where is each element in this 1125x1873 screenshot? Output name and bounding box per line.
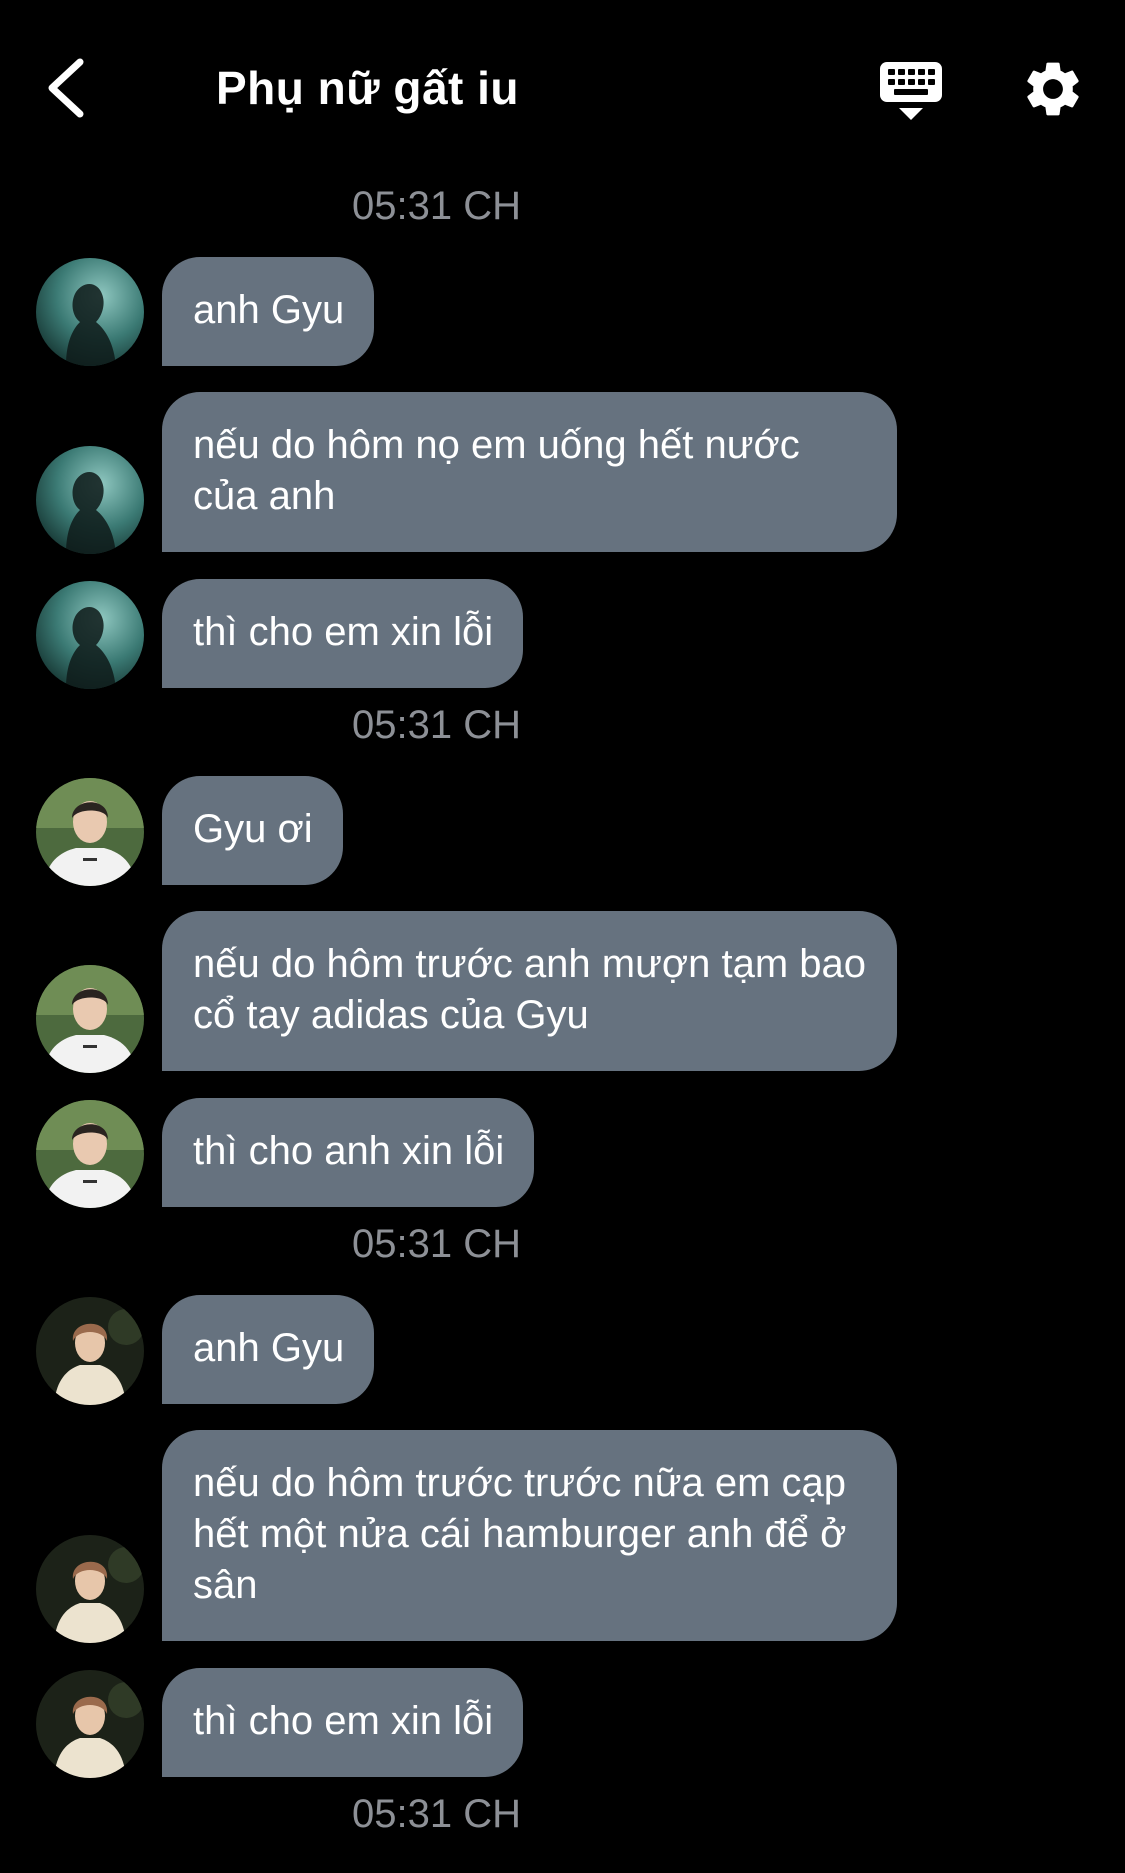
avatar[interactable] — [36, 1297, 144, 1405]
message-bubble[interactable]: anh Gyu — [162, 257, 375, 366]
avatar[interactable] — [36, 778, 144, 886]
message-list[interactable]: 05:31 CH anh Gyu nếu do hôm nọ em uống h… — [0, 0, 1125, 1873]
avatar-white-shirt-icon — [36, 778, 144, 886]
timestamp: 05:31 CH — [352, 184, 521, 228]
avatar[interactable] — [36, 446, 144, 554]
message-bubble[interactable]: thì cho em xin lỗi — [162, 579, 524, 688]
avatar[interactable] — [36, 1100, 144, 1208]
avatar-white-shirt-icon — [36, 1100, 144, 1208]
message-bubble[interactable]: anh Gyu — [162, 1295, 375, 1404]
avatar-jacket-icon — [36, 1535, 144, 1643]
message-bubble[interactable]: thì cho anh xin lỗi — [162, 1098, 535, 1207]
avatar-teal-icon — [36, 446, 144, 554]
timestamp: 05:31 CH — [352, 1222, 521, 1266]
avatar[interactable] — [36, 258, 144, 366]
avatar-teal-icon — [36, 581, 144, 689]
message-bubble[interactable]: nếu do hôm trước anh mượn tạm bao cổ tay… — [162, 911, 897, 1071]
avatar-jacket-icon — [36, 1297, 144, 1405]
avatar-jacket-icon — [36, 1670, 144, 1778]
avatar-teal-icon — [36, 258, 144, 366]
message-bubble[interactable]: thì cho em xin lỗi — [162, 1668, 524, 1777]
message-bubble[interactable]: Gyu ơi — [162, 776, 343, 885]
avatar[interactable] — [36, 1670, 144, 1778]
timestamp: 05:31 CH — [352, 1792, 521, 1836]
message-bubble[interactable]: nếu do hôm nọ em uống hết nước của anh — [162, 392, 897, 552]
avatar[interactable] — [36, 581, 144, 689]
avatar[interactable] — [36, 1535, 144, 1643]
timestamp: 05:31 CH — [352, 703, 521, 747]
avatar-white-shirt-icon — [36, 965, 144, 1073]
message-bubble[interactable]: nếu do hôm trước trước nữa em cạp hết mộ… — [162, 1430, 897, 1641]
avatar[interactable] — [36, 965, 144, 1073]
